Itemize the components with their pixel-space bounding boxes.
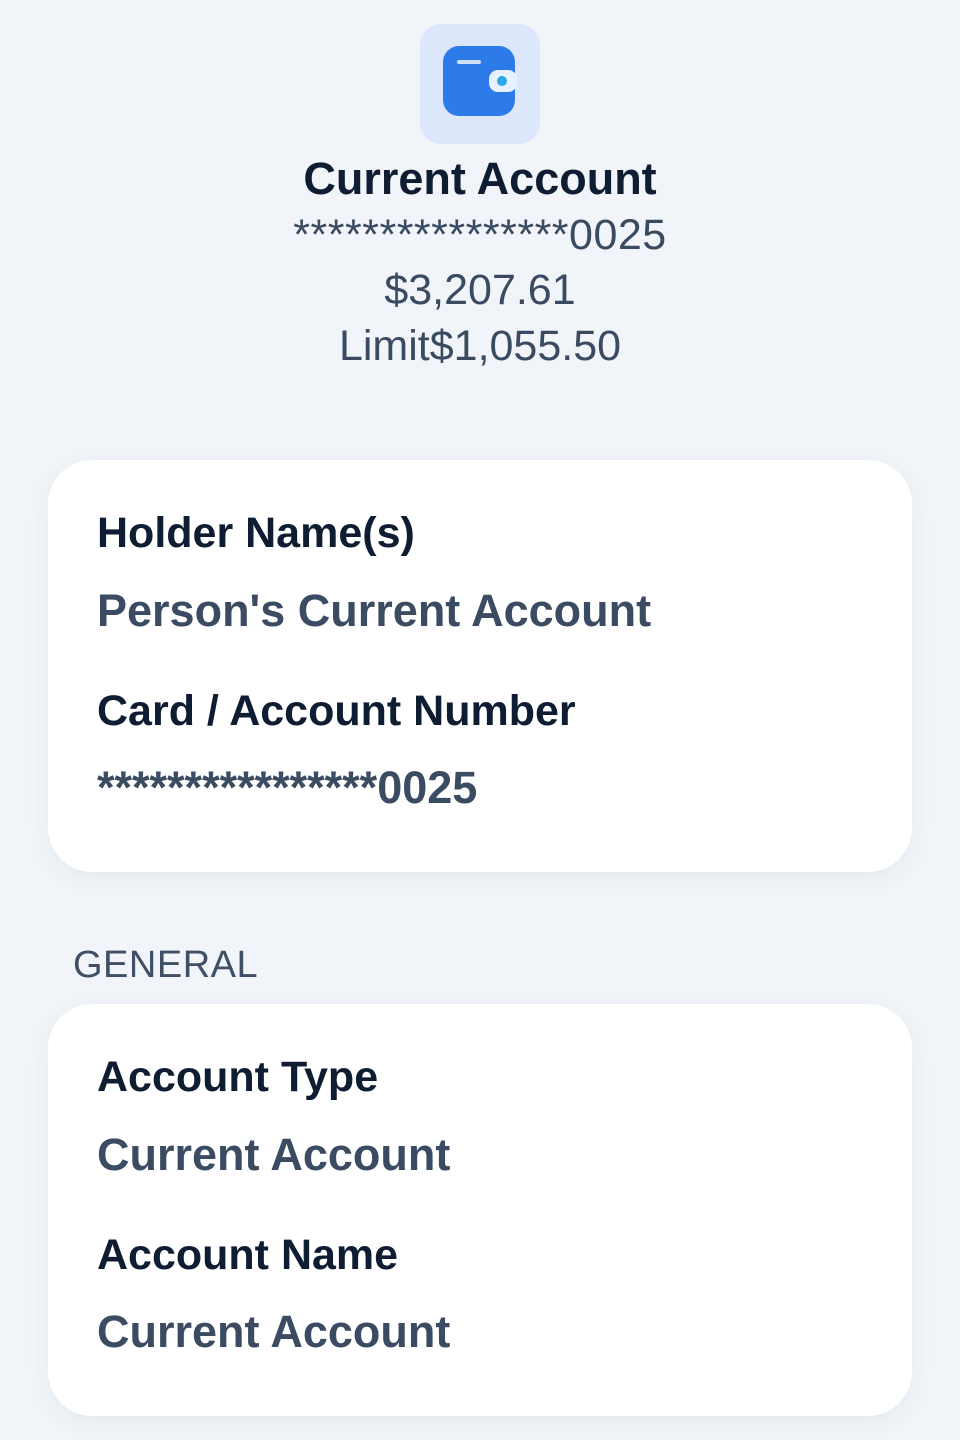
- holder-details-card: Holder Name(s) Person's Current Account …: [48, 460, 912, 872]
- general-details-card: Account Type Current Account Account Nam…: [48, 1004, 912, 1416]
- account-header: Current Account ****************0025 $3,…: [0, 0, 960, 372]
- account-limit: Limit$1,055.50: [338, 321, 622, 370]
- account-number-field: Card / Account Number ****************00…: [97, 686, 864, 816]
- account-number-value: ****************0025: [97, 762, 478, 814]
- account-balance: $3,207.61: [384, 266, 576, 315]
- section-general-label: GENERAL: [73, 944, 259, 986]
- account-name-label: Account Name: [97, 1230, 399, 1279]
- holder-name-field: Holder Name(s) Person's Current Account: [97, 508, 864, 638]
- account-type-label: Account Type: [97, 1053, 379, 1101]
- account-icon-tile: [420, 24, 540, 144]
- account-masked-number: ****************0025: [293, 210, 667, 259]
- account-type-field: Account Type Current Account: [97, 1052, 864, 1182]
- wallet-icon: [443, 45, 517, 123]
- account-name-field: Account Name Current Account: [97, 1230, 864, 1360]
- holder-name-value: Person's Current Account: [97, 584, 652, 636]
- account-type-value: Current Account: [97, 1128, 451, 1180]
- account-name-value: Current Account: [97, 1306, 451, 1358]
- account-title: Current Account: [303, 153, 657, 204]
- holder-name-label: Holder Name(s): [97, 509, 415, 557]
- account-number-label: Card / Account Number: [97, 686, 576, 735]
